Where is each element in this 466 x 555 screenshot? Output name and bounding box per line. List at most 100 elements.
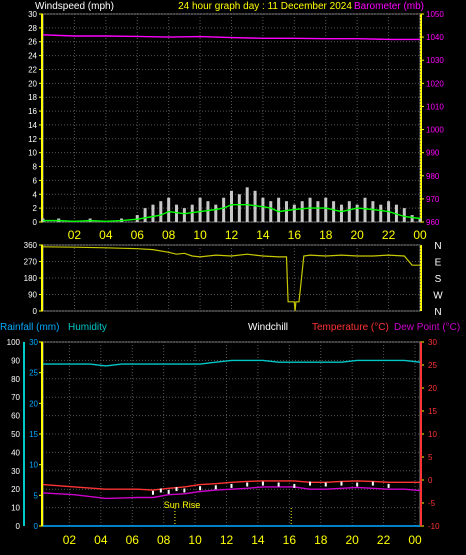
humidity-axis-label: Humidity xyxy=(68,322,107,333)
rain-tick-label: 15 xyxy=(29,430,38,439)
wind-tick-label: 20 xyxy=(28,79,37,88)
climate-x-tick-label: 10 xyxy=(188,533,202,547)
baro-tick-label: 1030 xyxy=(426,56,444,65)
temp-tick-label: 0 xyxy=(428,476,433,485)
windchill-mark xyxy=(151,490,154,495)
wind-bar xyxy=(143,208,147,222)
wind-bar xyxy=(277,197,281,222)
hum-tick-label: 70 xyxy=(11,393,20,402)
climate-plot-area xyxy=(42,341,421,527)
chart-title: 24 hour graph day : 11 December 2024 xyxy=(178,1,352,12)
wind-bar xyxy=(222,197,226,222)
rainfall-axis-label: Rainfall (mm) xyxy=(0,322,59,333)
climate-x-tick-label: 16 xyxy=(283,533,297,547)
windchill-mark xyxy=(387,483,390,488)
wind-bar xyxy=(332,201,336,222)
rain-tick-label: 25 xyxy=(29,369,38,378)
windchill-mark xyxy=(183,488,186,493)
wind-bar xyxy=(261,197,265,222)
windspeed-axis-label: Windspeed (mph) xyxy=(35,1,114,12)
wind-bar xyxy=(339,204,343,222)
wind-bar xyxy=(269,201,273,222)
hum-tick-label: 30 xyxy=(11,467,20,476)
climate-x-tick-label: 12 xyxy=(220,533,234,547)
windchill-mark xyxy=(293,483,296,488)
baro-tick-label: 970 xyxy=(426,195,440,204)
wind-bar xyxy=(347,201,351,222)
wind-tick-label: 0 xyxy=(33,218,38,227)
rain-tick-label: 10 xyxy=(29,461,38,470)
wind-tick-label: 4 xyxy=(33,190,38,199)
wind-x-tick-label: 20 xyxy=(350,228,364,242)
wind-bar xyxy=(292,204,296,222)
wind-x-tick-label: 22 xyxy=(382,228,396,242)
wind-bar xyxy=(182,208,186,222)
wind-bar xyxy=(159,201,163,222)
barometer-axis-label: Barometer (mb) xyxy=(354,1,424,12)
hum-tick-label: 10 xyxy=(11,504,20,513)
dir-tick-label: 360 xyxy=(24,241,38,250)
wind-bar xyxy=(308,197,312,222)
wind-bar xyxy=(402,208,406,222)
dir-tick-label: 270 xyxy=(24,258,38,267)
sunrise-label: Sun Rise xyxy=(164,500,201,510)
windchill-mark xyxy=(159,488,162,493)
wind-tick-label: 18 xyxy=(28,93,37,102)
hum-tick-label: 20 xyxy=(11,485,20,494)
wind-x-tick-label: 06 xyxy=(131,228,145,242)
windchill-mark xyxy=(261,481,264,486)
wind-bar xyxy=(379,204,383,222)
windchill-mark xyxy=(356,482,359,487)
rain-tick-label: 5 xyxy=(34,491,39,500)
wind-bar xyxy=(371,201,375,222)
windchill-mark xyxy=(199,486,202,491)
temp-tick-label: 25 xyxy=(428,361,437,370)
wind-x-tick-label: 12 xyxy=(225,228,239,242)
temp-tick-label: 15 xyxy=(428,407,437,416)
wind-x-tick-label: 10 xyxy=(193,228,207,242)
hum-tick-label: 90 xyxy=(11,356,20,365)
rain-tick-label: 0 xyxy=(34,522,39,531)
hum-tick-label: 100 xyxy=(7,338,21,347)
dir-compass-label: W xyxy=(433,291,443,302)
wind-tick-label: 2 xyxy=(33,204,38,213)
climate-x-tick-label: 04 xyxy=(94,533,108,547)
wind-bar xyxy=(230,190,233,222)
wind-bar xyxy=(324,197,328,222)
temp-tick-label: 10 xyxy=(428,430,437,439)
wind-bar xyxy=(151,204,155,222)
baro-tick-label: 1040 xyxy=(426,33,444,42)
dewpoint-axis-label: Dew Point (°C) xyxy=(394,322,460,333)
rain-tick-label: 30 xyxy=(29,338,38,347)
climate-x-tick-label: 14 xyxy=(251,533,265,547)
temperature-axis-label: Temperature (°C) xyxy=(312,322,389,333)
baro-tick-label: 1020 xyxy=(426,79,444,88)
baro-tick-label: 1010 xyxy=(426,102,444,111)
temp-tick-label: 5 xyxy=(428,453,433,462)
wind-x-tick-label: 08 xyxy=(162,228,176,242)
windchill-mark xyxy=(277,482,280,487)
hum-tick-label: 40 xyxy=(11,448,20,457)
wind-bar xyxy=(206,201,210,222)
wind-tick-label: 12 xyxy=(28,135,37,144)
baro-tick-label: 980 xyxy=(426,172,440,181)
wind-tick-label: 14 xyxy=(28,121,37,130)
temp-tick-label: -5 xyxy=(428,499,436,508)
wind-tick-label: 24 xyxy=(28,52,37,61)
climate-x-tick-label: 06 xyxy=(126,533,140,547)
wind-x-tick-label: 14 xyxy=(256,228,270,242)
baro-tick-label: 1000 xyxy=(426,126,444,135)
hum-tick-label: 60 xyxy=(11,412,20,421)
climate-x-tick-label: 22 xyxy=(377,533,391,547)
wind-bar xyxy=(410,215,414,222)
climate-x-tick-label: 18 xyxy=(314,533,328,547)
wind-bar xyxy=(237,194,241,222)
wind-tick-label: 16 xyxy=(28,107,37,116)
wind-x-tick-label: 02 xyxy=(68,228,82,242)
dir-compass-label: E xyxy=(435,258,442,269)
wind-tick-label: 6 xyxy=(33,176,38,185)
windchill-mark xyxy=(214,485,217,490)
wind-x-tick-label: 16 xyxy=(288,228,302,242)
wind-tick-label: 28 xyxy=(28,24,37,33)
wind-x-tick-label: 18 xyxy=(319,228,333,242)
